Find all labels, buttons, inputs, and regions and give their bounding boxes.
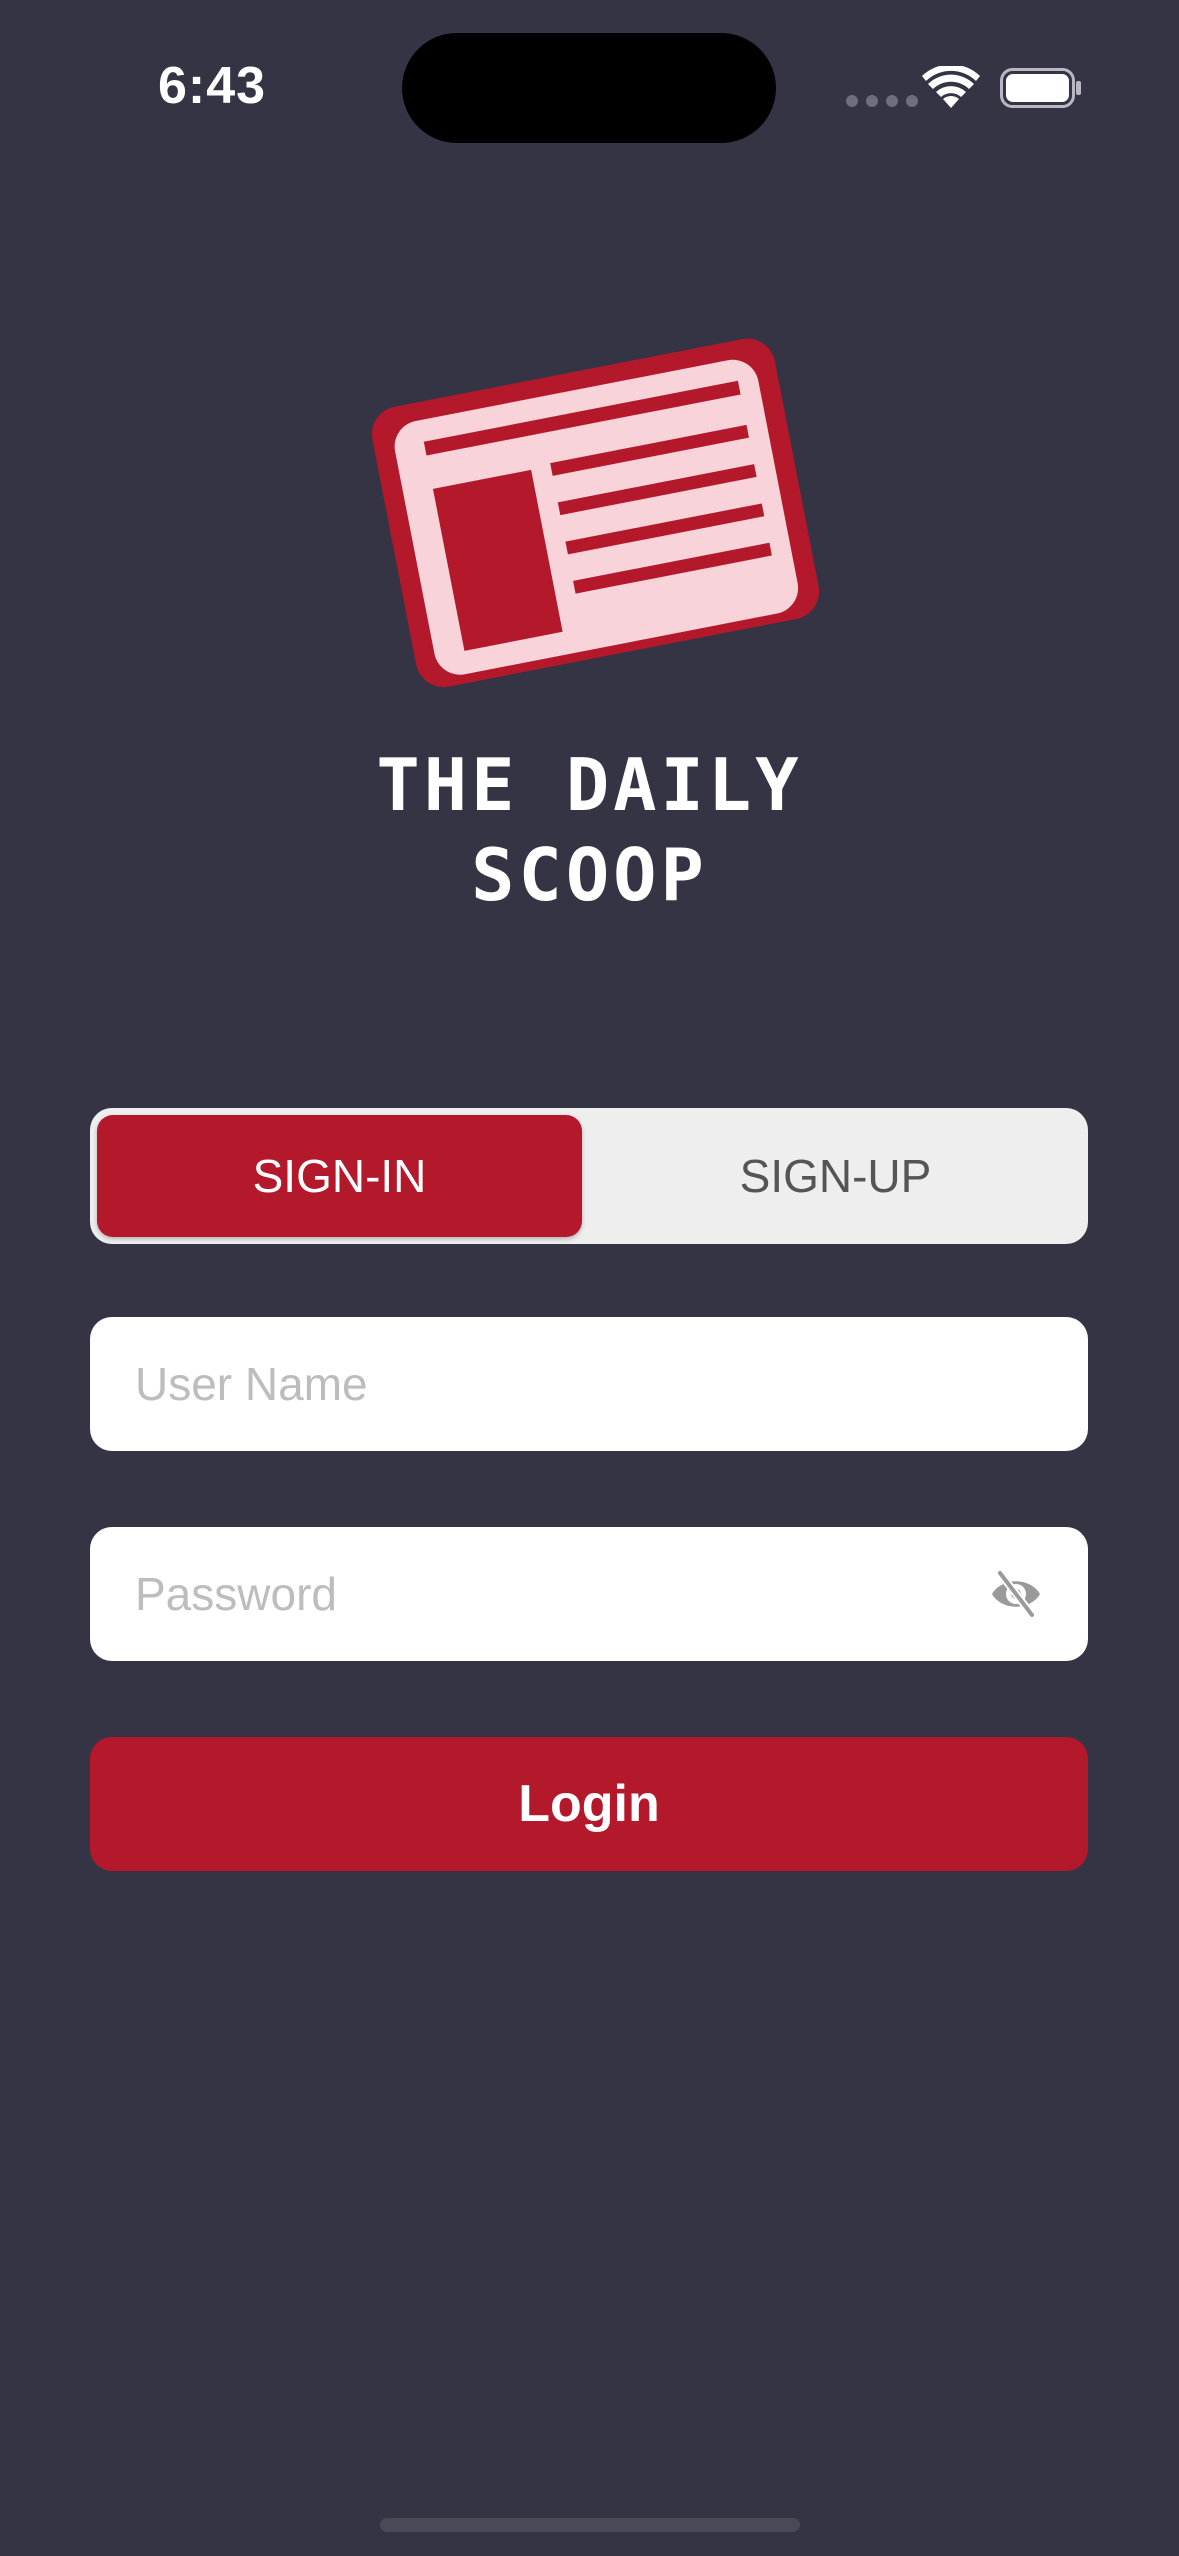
username-field-container <box>90 1317 1088 1451</box>
dynamic-island <box>402 33 776 143</box>
password-input[interactable] <box>135 1527 985 1661</box>
tab-sign-in[interactable]: SIGN-IN <box>97 1115 582 1237</box>
wifi-icon <box>922 66 980 108</box>
newspaper-icon <box>371 338 820 688</box>
eye-slash-icon[interactable] <box>988 1567 1044 1621</box>
password-field-container <box>90 1527 1088 1661</box>
status-bar: 6:43 <box>0 0 1179 170</box>
cellular-signal-icon <box>846 95 918 107</box>
username-input[interactable] <box>135 1317 985 1451</box>
home-indicator[interactable] <box>380 2518 800 2532</box>
battery-icon <box>1000 68 1081 108</box>
app-title-line-1: THE DAILY <box>376 743 803 827</box>
status-time: 6:43 <box>158 57 267 115</box>
auth-mode-toggle: SIGN-IN SIGN-UP <box>90 1108 1088 1244</box>
app-title-line-2: SCOOP <box>471 833 708 917</box>
tab-sign-up[interactable]: SIGN-UP <box>590 1115 1081 1237</box>
login-button[interactable]: Login <box>90 1737 1088 1871</box>
app-title: THE DAILY SCOOP <box>0 740 1179 920</box>
